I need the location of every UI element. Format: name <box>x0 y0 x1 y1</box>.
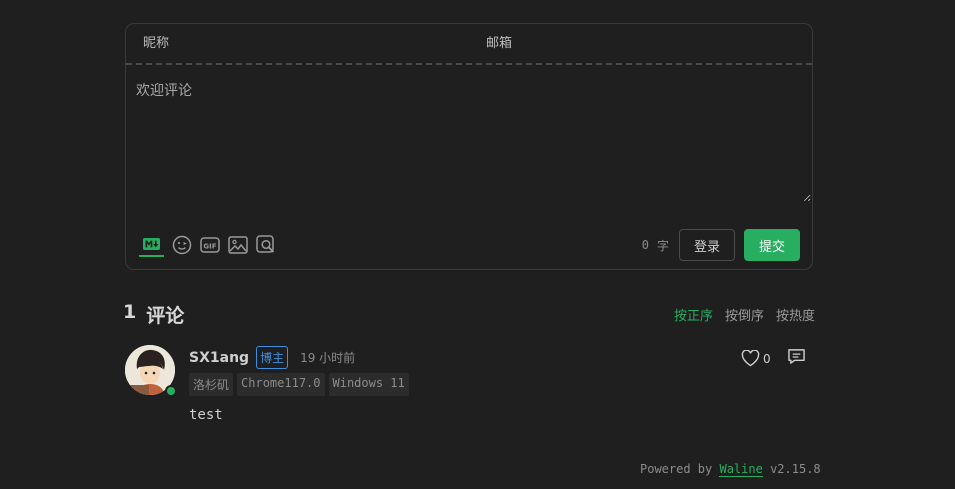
word-unit: 字 <box>656 238 669 253</box>
sort-desc[interactable]: 按倒序 <box>725 305 764 324</box>
tag-browser: Chrome117.0 <box>237 373 325 396</box>
author-badge: 博主 <box>256 346 289 369</box>
sort-hot[interactable]: 按热度 <box>776 305 815 324</box>
nick-field-wrapper <box>126 24 469 63</box>
svg-text:GIF: GIF <box>203 242 216 250</box>
tag-location: 洛杉矶 <box>189 373 234 396</box>
editor-toolbar: GIF <box>139 232 276 257</box>
comment-count-label: 评论 <box>146 305 185 327</box>
comment-count-number: 1 <box>123 301 137 323</box>
comment-header <box>126 24 812 65</box>
image-icon[interactable] <box>228 235 248 255</box>
submit-button[interactable]: 提交 <box>744 229 800 261</box>
powered-prefix: Powered by <box>640 462 713 476</box>
comment-editor[interactable] <box>134 76 811 202</box>
heart-icon <box>741 350 760 367</box>
editor-actions: 0 字 登录 提交 <box>642 229 800 261</box>
reply-icon <box>787 349 805 364</box>
powered-by: Powered by Waline v2.15.8 <box>640 462 821 477</box>
gif-icon[interactable]: GIF <box>200 235 220 255</box>
word-count: 0 <box>641 238 649 252</box>
comment-nick[interactable]: SX1ang <box>189 350 249 366</box>
comment-panel: GIF 0 字 登录 提交 <box>125 23 813 270</box>
comment-time: 19 小时前 <box>300 351 356 365</box>
version: v2.15.8 <box>770 462 821 476</box>
like-button[interactable]: 0 <box>741 350 771 367</box>
comment-actions: 0 <box>741 348 806 369</box>
email-input[interactable] <box>486 36 812 51</box>
login-button[interactable]: 登录 <box>679 229 735 261</box>
sort-asc[interactable]: 按正序 <box>674 305 713 324</box>
email-field-wrapper <box>469 24 812 63</box>
sort-options: 按正序 按倒序 按热度 <box>674 305 815 324</box>
comment-count-row: 1 评论 按正序 按倒序 按热度 <box>123 301 815 328</box>
comment-count: 1 评论 <box>123 301 184 328</box>
nick-input[interactable] <box>143 36 469 51</box>
waline-link[interactable]: Waline <box>719 462 763 477</box>
comment-tags: 洛杉矶 Chrome117.0 Windows 11 <box>189 373 409 396</box>
tag-os: Windows 11 <box>328 373 409 396</box>
markdown-icon[interactable] <box>139 232 164 257</box>
verified-badge-icon <box>165 385 177 397</box>
comment-meta: SX1ang 博主 19 小时前 <box>189 346 355 369</box>
preview-icon[interactable] <box>256 234 276 255</box>
like-count: 0 <box>763 351 771 366</box>
comment-content: test <box>189 407 223 423</box>
emoji-icon[interactable] <box>172 235 192 255</box>
reply-button[interactable] <box>787 348 806 369</box>
